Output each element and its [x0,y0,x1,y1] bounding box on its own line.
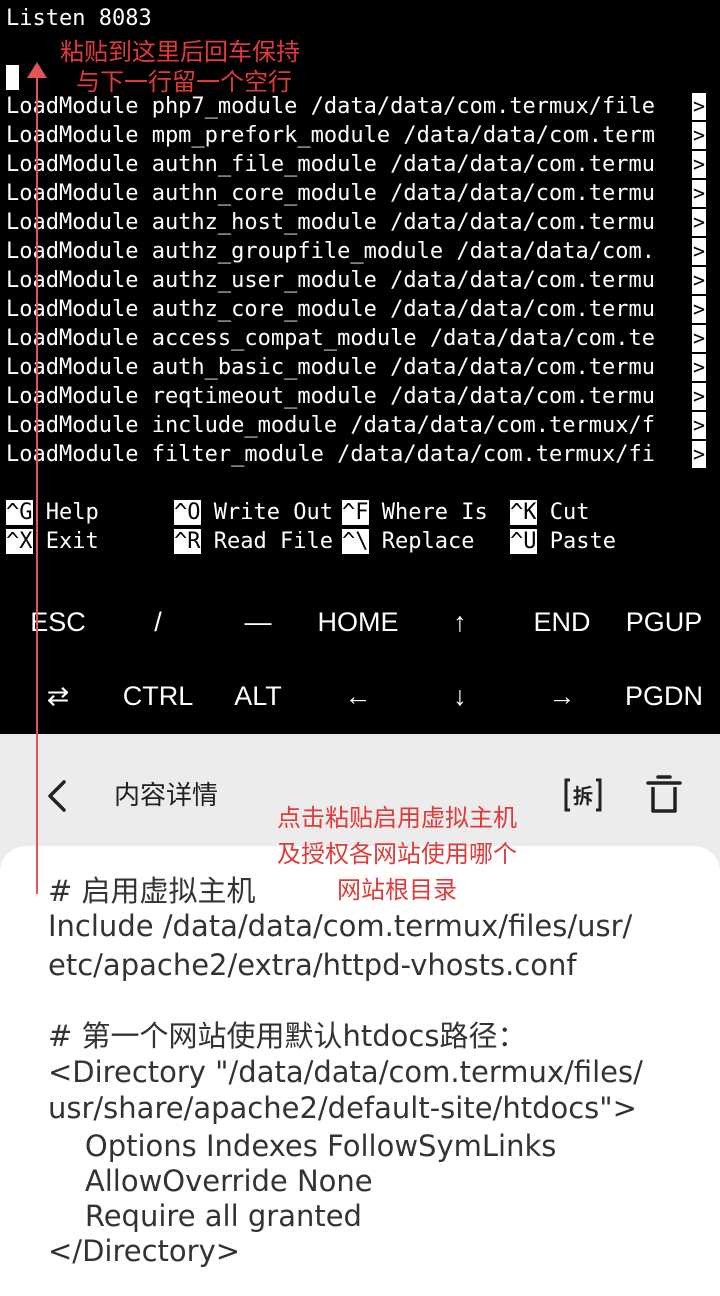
key-alt[interactable]: ALT [208,666,308,726]
terminal-line: LoadModule authz_core_module /data/data/… [6,297,656,322]
key-dash[interactable]: — [208,592,308,652]
back-arrow-icon[interactable] [44,778,72,814]
terminal-line: LoadModule include_module /data/data/com… [6,413,656,438]
annotation-arrow-line [36,76,38,894]
terminal-line: LoadModule access_compat_module /data/da… [6,326,656,351]
annotation-paste-hint-1: 粘贴到这里后回车保持 [60,38,300,66]
content-line: Include /data/data/com.termux/files/usr/ [48,909,633,943]
terminal-line: LoadModule reqtimeout_module /data/data/… [6,384,656,409]
line-overflow-marker: > [692,151,706,178]
key-left[interactable]: ← [308,666,408,726]
line-overflow-marker: > [692,209,706,236]
extra-keys-bar: ESC / — HOME ↑ END PGUP ⇄ CTRL ALT ← ↓ →… [0,592,720,734]
content-line: usr/share/apache2/default-site/htdocs"> [48,1091,637,1125]
terminal-line-listen: Listen 8083 [6,6,152,31]
clipboard-content-card[interactable]: # 启用虚拟主机 Include /data/data/com.termux/f… [0,846,720,1296]
shortcut-help[interactable]: ^G Help [6,498,99,527]
terminal-line: LoadModule mpm_prefork_module /data/data… [6,123,656,148]
terminal-line: LoadModule auth_basic_module /data/data/… [6,355,656,380]
annotation-click-hint-1: 点击粘贴启用虚拟主机 [277,804,517,832]
content-line: <Directory "/data/data/com.termux/files/ [48,1055,643,1089]
terminal-line: LoadModule authz_user_module /data/data/… [6,268,656,293]
annotation-click-hint-3: 网站根目录 [337,876,457,904]
content-line: Options Indexes FollowSymLinks [48,1129,557,1163]
line-overflow-marker: > [692,441,706,468]
key-up[interactable]: ↑ [410,592,510,652]
line-overflow-marker: > [692,180,706,207]
shortcut-where-is[interactable]: ^F Where Is [342,498,488,527]
shortcut-read-file[interactable]: ^R Read File [174,527,333,556]
split-text-icon[interactable]: 拆 [562,774,604,816]
content-line: AllowOverride None [48,1164,373,1198]
content-line: etc/apache2/extra/httpd-vhosts.conf [48,948,577,982]
line-overflow-marker: > [692,383,706,410]
shortcut-cut[interactable]: ^K Cut [510,498,589,527]
svg-text:拆: 拆 [573,784,593,808]
key-home[interactable]: HOME [308,592,408,652]
terminal-line: LoadModule authz_groupfile_module /data/… [6,239,656,264]
annotation-click-hint-2: 及授权各网站使用哪个 [277,840,517,868]
line-overflow-marker: > [692,325,706,352]
terminal-line: LoadModule authn_core_module /data/data/… [6,181,656,206]
annotation-arrow-head-icon [27,62,47,78]
key-ctrl[interactable]: CTRL [108,666,208,726]
key-right[interactable]: → [512,666,612,726]
line-overflow-marker: > [692,238,706,265]
panel-header: 内容详情 拆 [0,734,720,854]
key-pgup[interactable]: PGUP [614,592,714,652]
key-tab[interactable]: ⇄ [8,666,108,726]
key-end[interactable]: END [512,592,612,652]
key-esc[interactable]: ESC [8,592,108,652]
terminal-line: LoadModule authz_host_module /data/data/… [6,210,656,235]
panel-title: 内容详情 [114,781,219,811]
content-line: Require all granted [48,1199,362,1233]
line-overflow-marker: > [692,354,706,381]
terminal-cursor [6,65,19,90]
key-down[interactable]: ↓ [410,666,510,726]
annotation-paste-hint-2: 与下一行留一个空行 [76,68,292,96]
content-line: </Directory> [48,1234,241,1268]
content-line: # 启用虚拟主机 [48,874,256,908]
key-pgdn[interactable]: PGDN [614,666,714,726]
shortcut-replace[interactable]: ^\ Replace [342,527,474,556]
line-overflow-marker: > [692,296,706,323]
shortcut-write-out[interactable]: ^O Write Out [174,498,333,527]
terminal-line: LoadModule filter_module /data/data/com.… [6,442,656,467]
key-slash[interactable]: / [108,592,208,652]
terminal-line: LoadModule authn_file_module /data/data/… [6,152,656,177]
line-overflow-marker: > [692,93,706,120]
shortcut-paste[interactable]: ^U Paste [510,527,616,556]
content-line: # 第一个网站使用默认htdocs路径： [48,1019,527,1053]
shortcut-exit[interactable]: ^X Exit [6,527,99,556]
trash-icon[interactable] [644,774,684,816]
line-overflow-marker: > [692,122,706,149]
line-overflow-marker: > [692,412,706,439]
line-overflow-marker: > [692,267,706,294]
